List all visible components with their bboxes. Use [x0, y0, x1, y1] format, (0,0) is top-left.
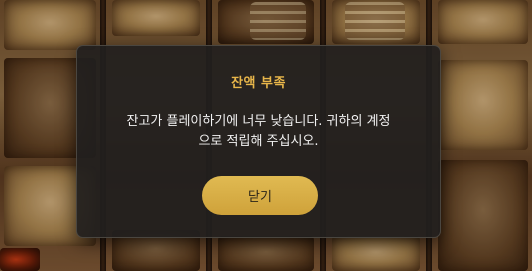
dialog-message: 잔고가 플레이하기에 너무 낮습니다. 귀하의 계정 으로 적립해 주십시오.	[97, 112, 420, 152]
dialog-title: 잔액 부족	[231, 76, 286, 91]
close-button[interactable]: 닫기	[202, 176, 318, 215]
insufficient-balance-dialog: 잔액 부족 잔고가 플레이하기에 너무 낮습니다. 귀하의 계정 으로 적립해 …	[76, 45, 441, 238]
dialog-message-line: 잔고가 플레이하기에 너무 낮습니다. 귀하의 계정	[126, 114, 391, 129]
dialog-message-line: 으로 적립해 주십시오.	[198, 134, 319, 149]
